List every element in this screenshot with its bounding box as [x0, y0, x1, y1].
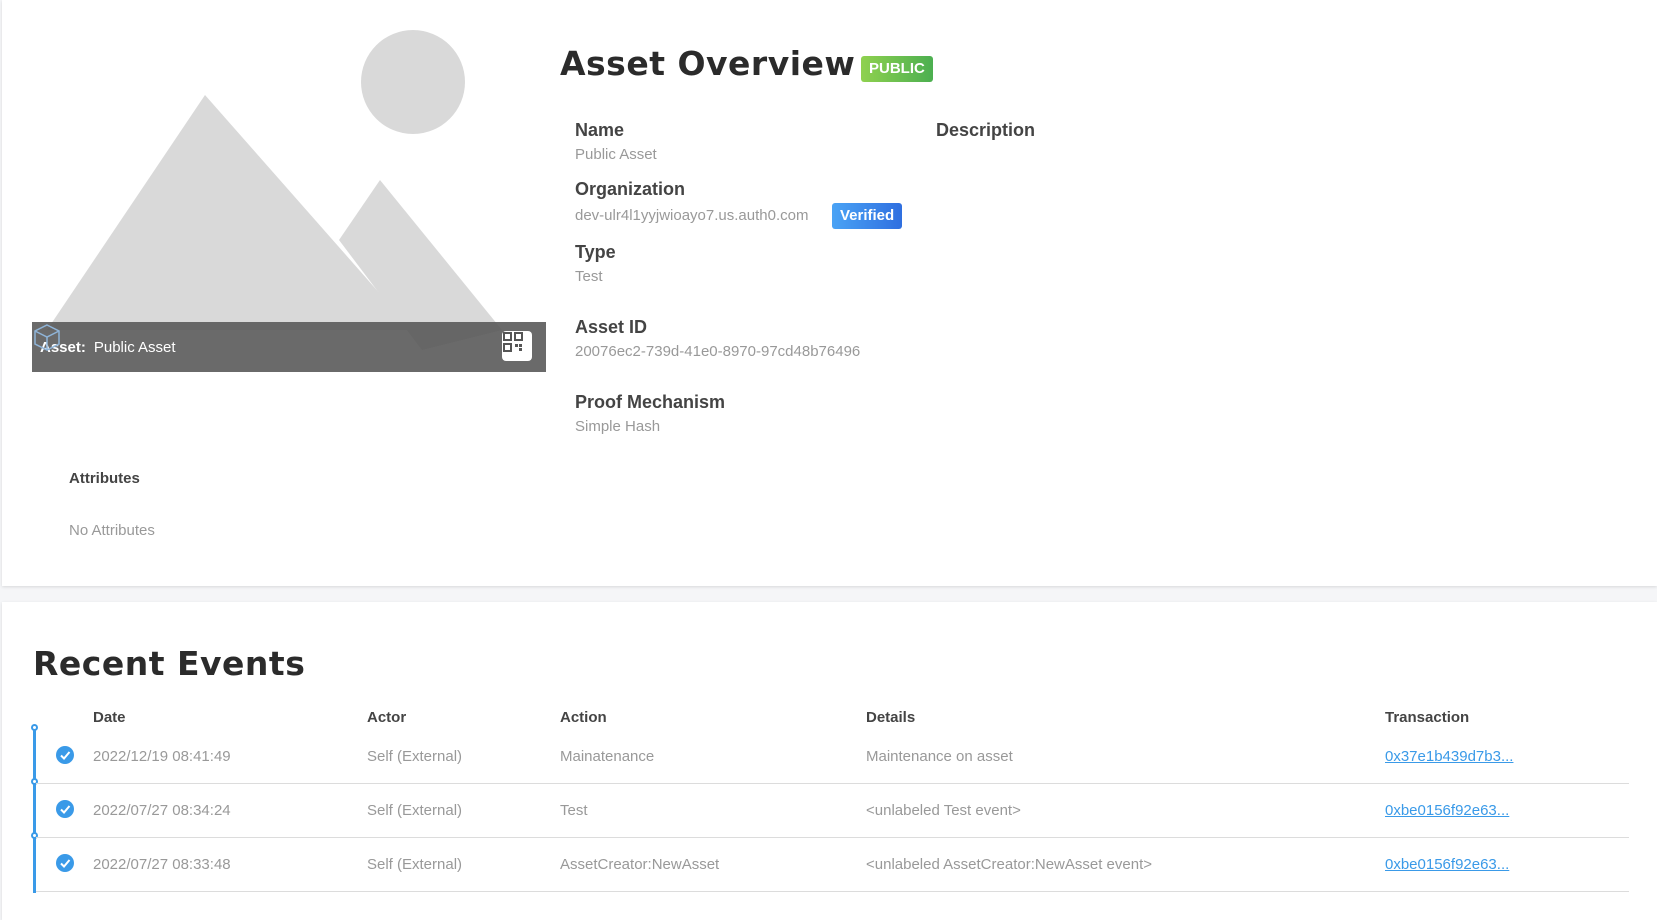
- event-actor: Self (External): [367, 748, 463, 765]
- event-details: <unlabeled Test event>: [866, 802, 1021, 819]
- check-circle-icon: [56, 746, 74, 764]
- event-date: 2022/12/19 08:41:49: [93, 748, 231, 765]
- qr-code-icon: [503, 332, 523, 352]
- asset-bar-name: Public Asset: [93, 338, 176, 356]
- cube-icon: [34, 324, 60, 351]
- verified-badge: Verified: [832, 203, 903, 229]
- column-header-action: Action: [560, 709, 607, 726]
- recent-events-card: Recent Events Date Actor Action Details …: [2, 602, 1657, 920]
- asset-image-placeholder: Asset: Public Asset: [32, 30, 546, 372]
- event-transaction-link[interactable]: 0xbe0156f92e63...: [1385, 802, 1509, 819]
- organization-value: dev-ulr4l1yyjwioayo7.us.auth0.com: [575, 207, 809, 224]
- table-row: 2022/07/27 08:33:48 Self (External) Asse…: [36, 838, 1629, 892]
- page-title: Asset Overview: [560, 44, 856, 83]
- column-header-transaction: Transaction: [1385, 709, 1470, 726]
- event-action: AssetCreator:NewAsset: [560, 856, 720, 873]
- table-row: 2022/07/27 08:34:24 Self (External) Test…: [36, 784, 1629, 838]
- asset-overview-card: Asset: Public Asset Asset Overview PUBLI…: [2, 0, 1657, 586]
- event-actor: Self (External): [367, 802, 463, 819]
- column-header-date: Date: [93, 709, 126, 726]
- event-actor: Self (External): [367, 856, 463, 873]
- table-row: 2022/12/19 08:41:49 Self (External) Main…: [36, 730, 1629, 784]
- event-date: 2022/07/27 08:34:24: [93, 802, 231, 819]
- proof-mechanism-label: Proof Mechanism: [575, 392, 726, 412]
- column-header-details: Details: [866, 709, 916, 726]
- image-placeholder-icon: [47, 30, 502, 350]
- organization-label: Organization: [575, 179, 686, 199]
- asset-id-label: Asset ID: [575, 317, 648, 337]
- type-value: Test: [575, 268, 603, 285]
- event-transaction-link[interactable]: 0xbe0156f92e63...: [1385, 856, 1509, 873]
- attributes-title: Attributes: [69, 470, 140, 487]
- name-label: Name: [575, 120, 625, 140]
- column-header-actor: Actor: [367, 709, 407, 726]
- asset-id-value: 20076ec2-739d-41e0-8970-97cd48b76496: [575, 343, 861, 360]
- event-action: Test: [560, 802, 588, 819]
- asset-name-bar: Asset: Public Asset: [32, 322, 546, 372]
- event-details: <unlabeled AssetCreator:NewAsset event>: [866, 856, 1153, 873]
- event-transaction-link[interactable]: 0x37e1b439d7b3...: [1385, 748, 1513, 765]
- type-label: Type: [575, 242, 616, 262]
- check-circle-icon: [56, 800, 74, 818]
- event-details: Maintenance on asset: [866, 748, 1013, 765]
- event-action: Mainatenance: [560, 748, 655, 765]
- visibility-badge: PUBLIC: [861, 56, 933, 82]
- name-value: Public Asset: [575, 146, 657, 163]
- qr-code-button[interactable]: [502, 331, 532, 361]
- description-label: Description: [936, 120, 1036, 140]
- check-circle-icon: [56, 854, 74, 872]
- recent-events-title: Recent Events: [33, 644, 306, 683]
- event-date: 2022/07/27 08:33:48: [93, 856, 231, 873]
- attributes-empty-text: No Attributes: [69, 522, 155, 539]
- proof-mechanism-value: Simple Hash: [575, 418, 661, 435]
